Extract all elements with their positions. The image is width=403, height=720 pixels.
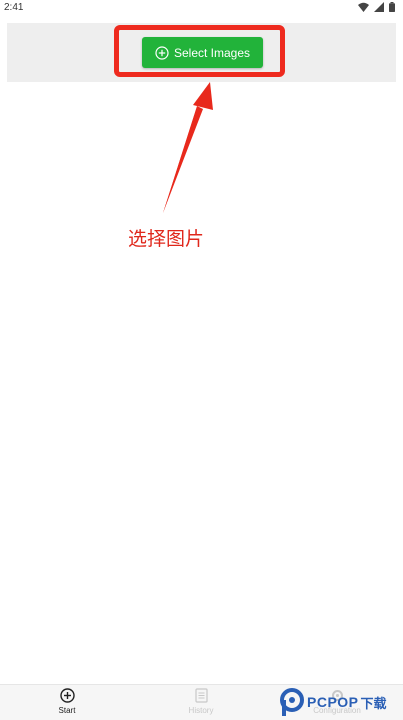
plus-circle-icon: [59, 688, 75, 703]
annotation-arrow: [163, 82, 213, 213]
pcpop-logo-icon: [280, 688, 304, 716]
nav-item-start[interactable]: Start: [22, 688, 112, 715]
watermark-suffix: 下载: [360, 695, 387, 711]
document-icon: [194, 688, 208, 703]
nav-item-label: Start: [58, 706, 76, 715]
nav-item-label: History: [188, 706, 214, 715]
watermark-brand: PCPOP: [307, 694, 359, 710]
watermark-logo: PCPOP 下载: [279, 684, 387, 720]
annotation-label: 选择图片: [128, 228, 205, 250]
nav-item-history[interactable]: History: [156, 688, 246, 715]
